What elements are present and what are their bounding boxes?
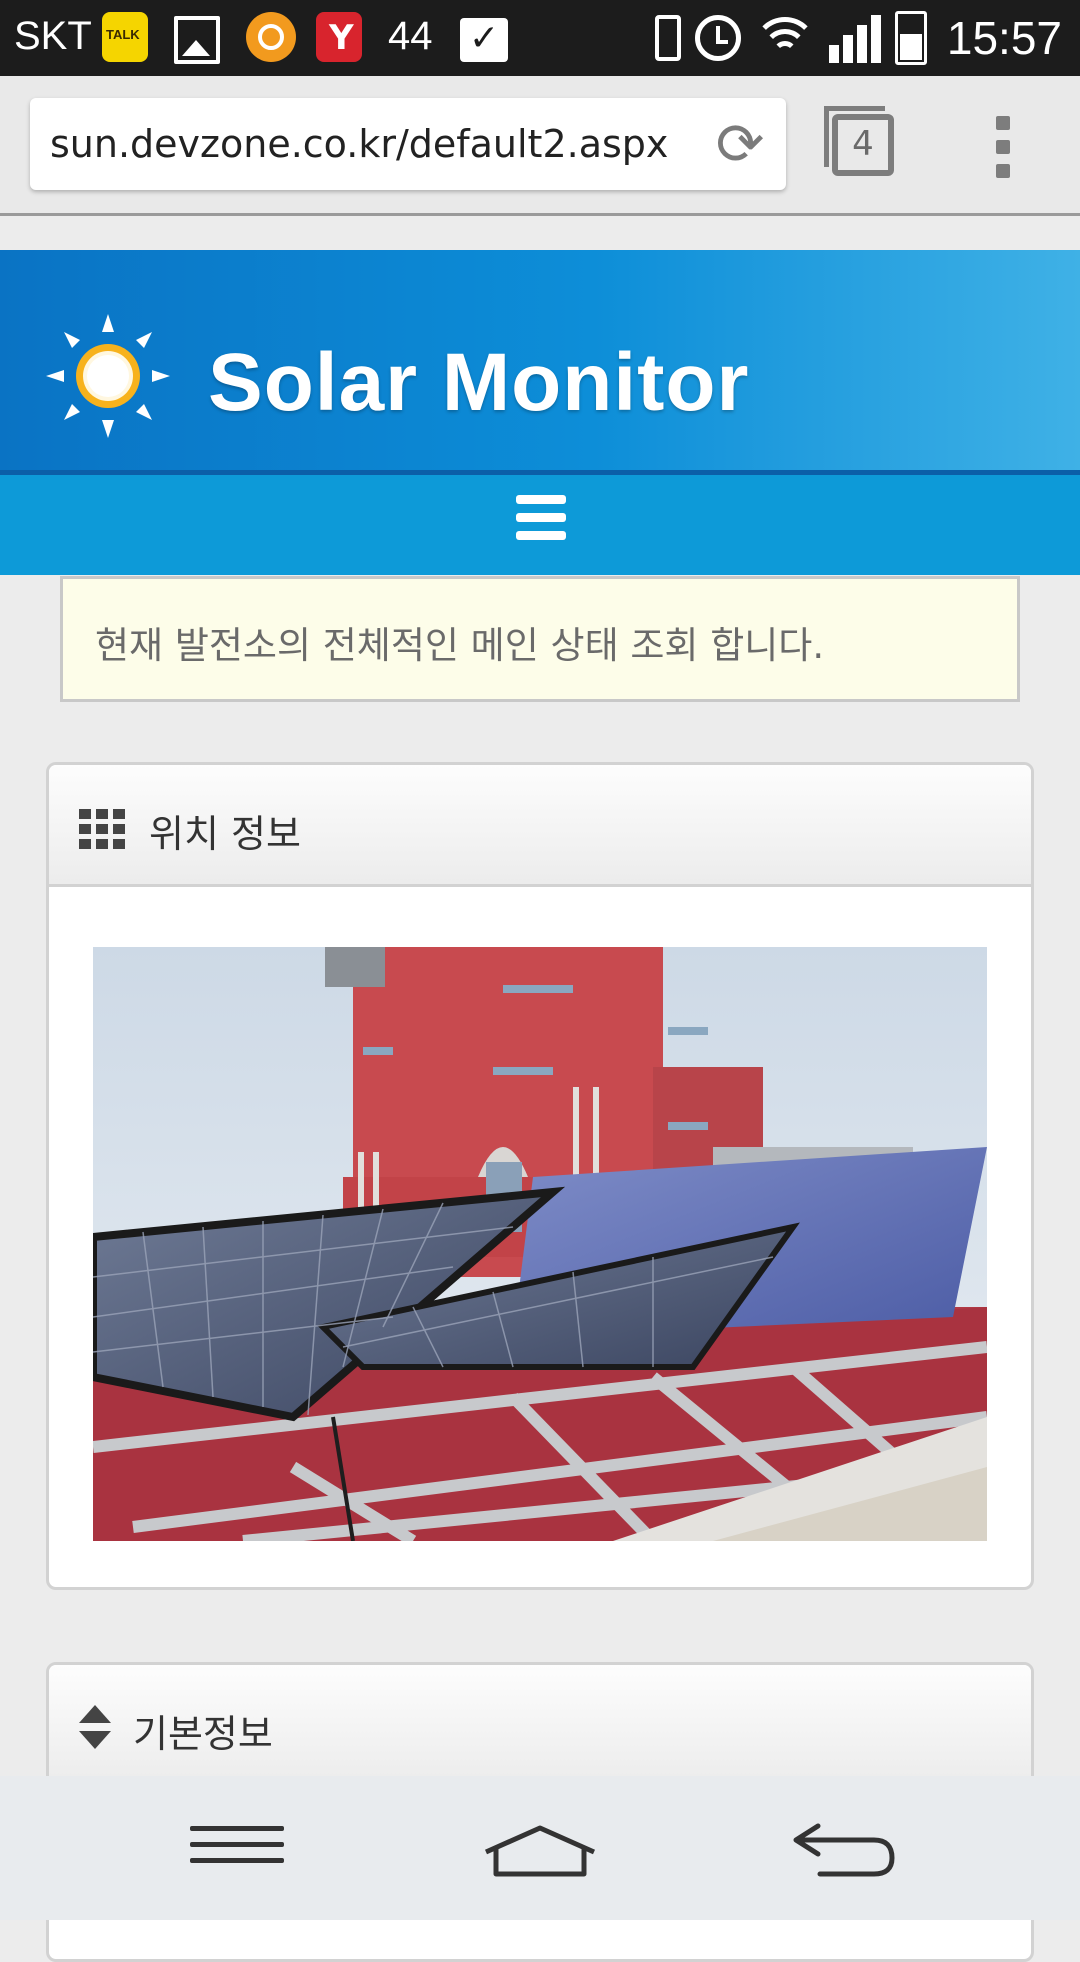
browser-toolbar: sun.devzone.co.kr/default2.aspx ⟳ 4 bbox=[0, 76, 1080, 216]
location-panel-header[interactable]: 위치 정보 bbox=[49, 765, 1031, 887]
overflow-menu-icon[interactable] bbox=[996, 116, 1012, 180]
tab-count: 4 bbox=[852, 124, 874, 164]
gallery-icon bbox=[174, 16, 220, 64]
back-icon[interactable] bbox=[790, 1820, 898, 1880]
orange-app-icon bbox=[246, 12, 296, 62]
sort-icon bbox=[79, 1705, 111, 1749]
tabs-button[interactable]: 4 bbox=[824, 106, 894, 176]
wifi-icon bbox=[754, 15, 815, 61]
battery-icon bbox=[894, 11, 927, 65]
status-bar: SKT 44 15:57 bbox=[0, 0, 1080, 76]
grid-icon bbox=[79, 809, 125, 849]
system-nav-bar bbox=[0, 1776, 1080, 1920]
carrier-label: SKT bbox=[14, 14, 92, 58]
solar-panel-photo bbox=[93, 947, 987, 1541]
kakaotalk-icon bbox=[102, 12, 148, 62]
site-title[interactable]: Solar Monitor bbox=[208, 336, 749, 430]
notification-count: 44 bbox=[388, 14, 433, 58]
site-header: Solar Monitor bbox=[0, 250, 1080, 475]
url-bar[interactable]: sun.devzone.co.kr/default2.aspx ⟳ bbox=[30, 98, 786, 190]
reload-icon[interactable]: ⟳ bbox=[710, 114, 770, 174]
hamburger-menu-icon[interactable] bbox=[516, 495, 566, 540]
basic-info-panel-title: 기본정보 bbox=[133, 1712, 273, 1756]
basic-info-panel-header[interactable]: 기본정보 bbox=[49, 1665, 1031, 1787]
nav-menu-icon[interactable] bbox=[190, 1826, 284, 1874]
url-text[interactable]: sun.devzone.co.kr/default2.aspx bbox=[50, 122, 668, 166]
status-indicators: 15:57 bbox=[654, 10, 1062, 66]
checked-bag-icon bbox=[460, 18, 508, 62]
alarm-icon bbox=[694, 15, 741, 61]
sun-logo-icon bbox=[46, 314, 170, 438]
clock: 15:57 bbox=[946, 12, 1062, 64]
home-icon[interactable] bbox=[482, 1822, 598, 1880]
location-panel: 위치 정보 bbox=[46, 762, 1034, 1590]
shopping-bag-icon bbox=[316, 12, 362, 62]
signal-icon bbox=[828, 13, 881, 63]
site-navbar bbox=[0, 475, 1080, 575]
notice-text: 현재 발전소의 전체적인 메인 상태 조회 합니다. bbox=[95, 624, 825, 667]
notice-box: 현재 발전소의 전체적인 메인 상태 조회 합니다. bbox=[60, 576, 1020, 702]
location-panel-title: 위치 정보 bbox=[149, 812, 301, 856]
vibrate-icon bbox=[654, 15, 681, 61]
